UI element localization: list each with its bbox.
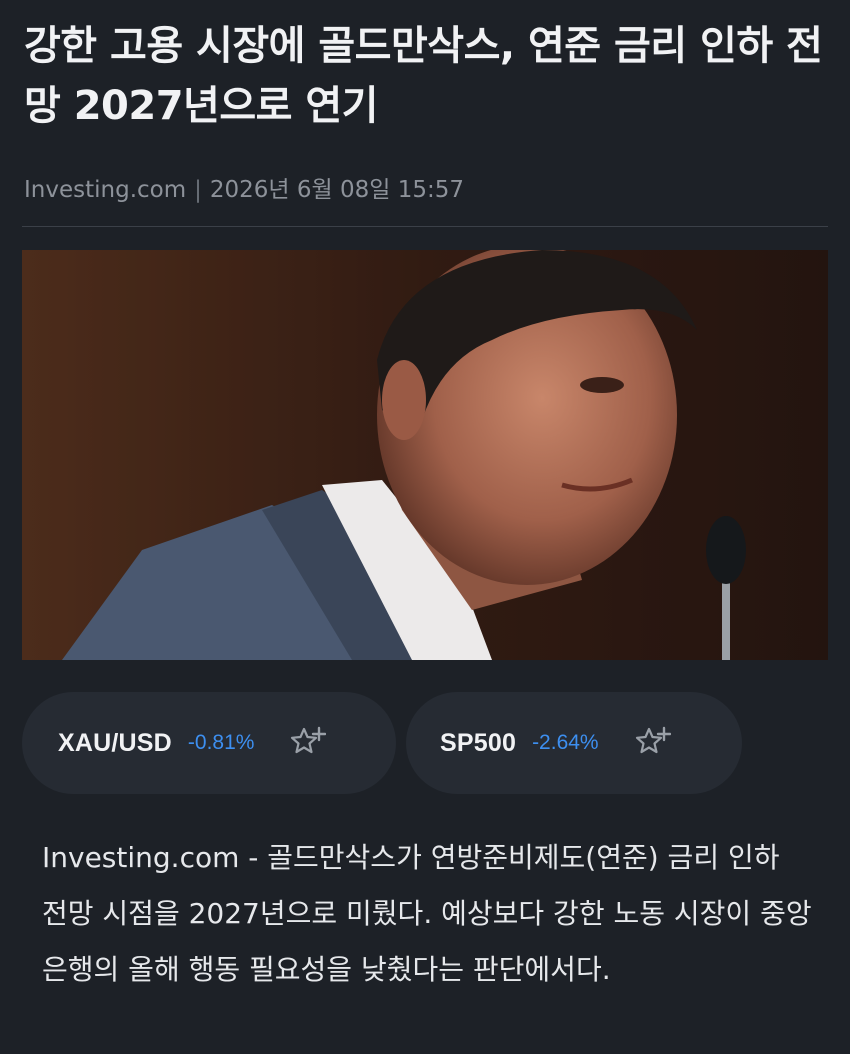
byline-separator: |: [194, 177, 202, 203]
star-plus-icon[interactable]: [631, 721, 675, 765]
article-byline: Investing.com | 2026년 6월 08일 15:57: [24, 170, 464, 204]
ticker-change: -2.64%: [532, 731, 599, 754]
star-plus-icon[interactable]: [286, 721, 330, 765]
publish-datetime: 2026년 6월 08일 15:57: [209, 177, 465, 203]
ticker-symbol: XAU/USD: [58, 728, 172, 757]
divider: [22, 226, 828, 227]
article-photo: [22, 250, 828, 660]
ticker-symbol: SP500: [440, 728, 517, 757]
source-name[interactable]: Investing.com: [24, 177, 186, 203]
ticker-pill-xauusd[interactable]: XAU/USD -0.81%: [22, 692, 396, 794]
ticker-pill-sp500[interactable]: SP500 -2.64%: [406, 692, 742, 794]
article-headline: 강한 고용 시장에 골드만삭스, 연준 금리 인하 전망 2027년으로 연기: [24, 23, 823, 129]
article-body: Investing.com - 골드만삭스가 연방준비제도(연준) 금리 인하 …: [42, 841, 812, 986]
ticker-change: -0.81%: [187, 731, 255, 754]
